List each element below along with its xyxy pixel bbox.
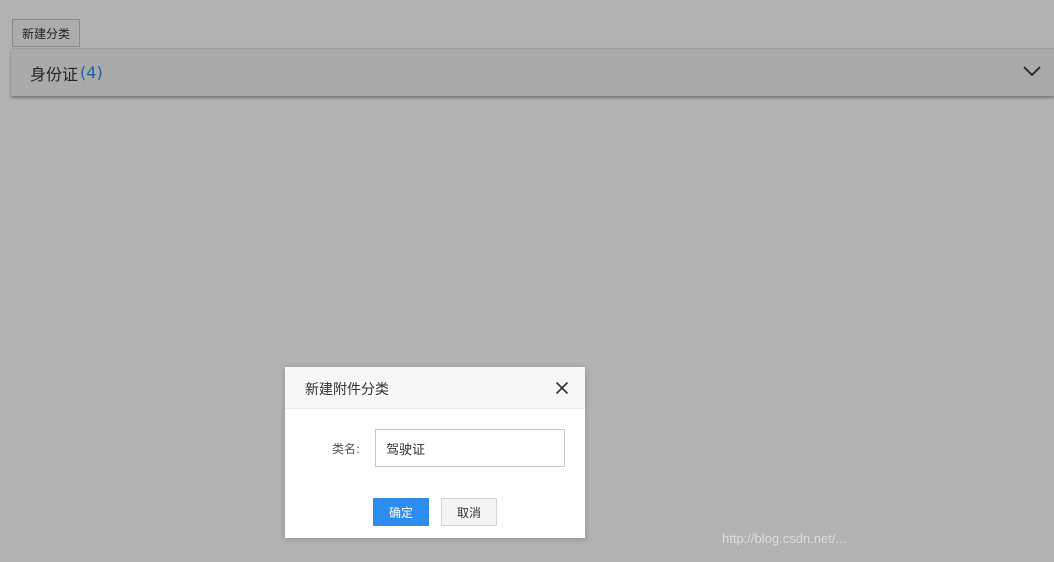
dialog-title: 新建附件分类: [305, 382, 389, 398]
confirm-button[interactable]: 确定: [373, 498, 429, 526]
close-icon[interactable]: [555, 381, 569, 395]
new-attachment-category-dialog: 新建附件分类 类名: 确定 取消: [285, 367, 585, 538]
watermark: http://blog.csdn.net/...: [722, 531, 847, 546]
category-name-label: 类名:: [332, 442, 361, 456]
cancel-button[interactable]: 取消: [441, 498, 497, 526]
category-name-input[interactable]: [375, 429, 565, 467]
dialog-header: 新建附件分类: [285, 367, 585, 409]
